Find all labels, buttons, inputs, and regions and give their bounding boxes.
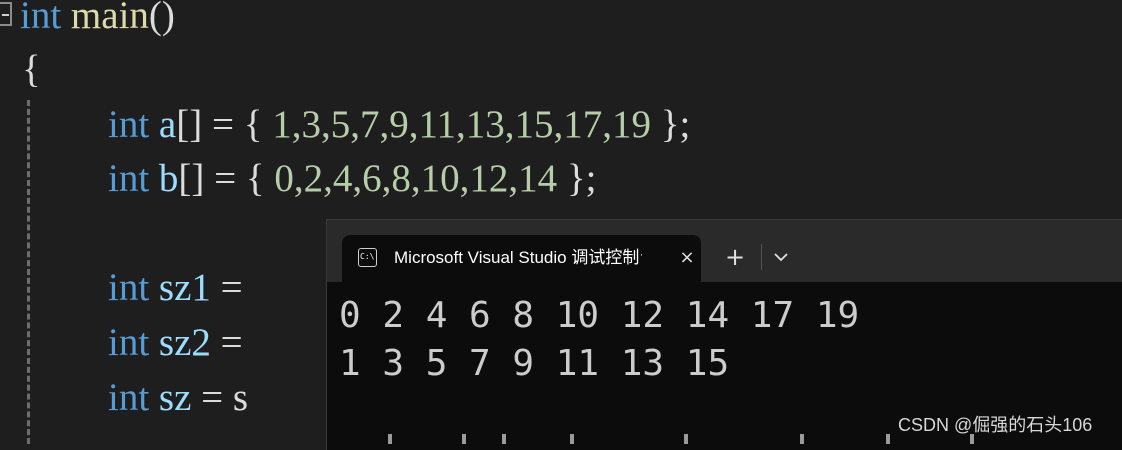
console-output: 0 2 4 6 8 10 12 14 17 19 1 3 5 7 9 11 13 … [339, 292, 859, 388]
new-tab-button[interactable]: + [721, 242, 749, 272]
indent-guide [27, 100, 30, 444]
keyword: int [20, 0, 62, 37]
output-line-1: 0 2 4 6 8 10 12 14 17 19 [339, 295, 860, 336]
keyword: int [108, 266, 150, 309]
code-line-sz: int sz = s [108, 372, 248, 424]
variable-name: sz1 [158, 266, 211, 309]
close-brace: }; [557, 157, 597, 200]
variable-name: a [158, 103, 177, 146]
function-name: main [70, 0, 149, 37]
variable-name: b [158, 157, 179, 200]
assign: = [210, 266, 243, 309]
code-line-array-b: int b[] = { 0,2,4,6,8,10,12,14 }; [108, 153, 596, 205]
close-tab-button[interactable]: × [676, 245, 698, 271]
array-values: 0,2,4,6,8,10,12,14 [274, 157, 558, 200]
chevron-down-icon[interactable] [769, 244, 793, 270]
collapse-toggle-icon[interactable] [0, 2, 12, 26]
keyword: int [108, 376, 150, 419]
keyword: int [108, 157, 150, 200]
code-line-sz2: int sz2 = [108, 317, 243, 369]
watermark: CSDN @倔强的石头106 [898, 415, 1093, 435]
console-icon: C:\ [358, 248, 377, 267]
console-icon-text: C:\ [360, 252, 375, 261]
open-brace: { [22, 48, 41, 91]
close-brace: }; [651, 103, 691, 146]
terminal-tab-bar: C:\ Microsoft Visual Studio 调试控制台 × + [327, 220, 1122, 282]
tab-title: Microsoft Visual Studio 调试控制台 [394, 248, 642, 267]
code-line-main: int main() [20, 0, 175, 42]
tab-separator [761, 244, 762, 270]
keyword: int [108, 103, 150, 146]
brackets: [] [176, 103, 203, 146]
punctuation: () [148, 0, 175, 37]
code-line-array-a: int a[] = { 1,3,5,7,9,11,13,15,17,19 }; [108, 99, 690, 151]
assign: = { [204, 157, 275, 200]
terminal-tab[interactable]: C:\ Microsoft Visual Studio 调试控制台 × [342, 235, 701, 282]
brackets: [] [178, 157, 205, 200]
variable-name: sz2 [158, 321, 211, 364]
keyword: int [108, 321, 150, 364]
assign: = s [191, 376, 249, 419]
code-line-brace: { [22, 44, 41, 96]
array-values: 1,3,5,7,9,11,13,15,17,19 [272, 103, 651, 146]
assign: = { [202, 103, 273, 146]
assign: = [210, 321, 243, 364]
output-line-2: 1 3 5 7 9 11 13 15 [339, 343, 730, 384]
code-line-sz1: int sz1 = [108, 262, 243, 314]
variable-name: sz [158, 376, 192, 419]
